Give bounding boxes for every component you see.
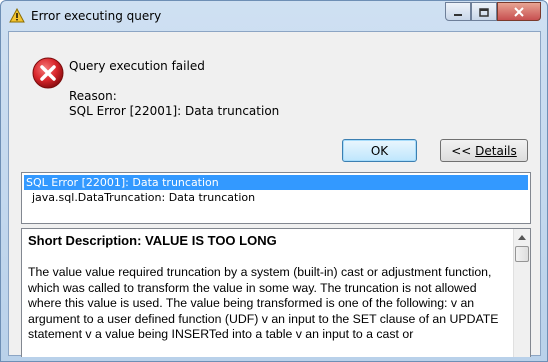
dialog-body: Query execution failed Reason: SQL Error… (8, 31, 541, 357)
reason-text: SQL Error [22001]: Data truncation (69, 104, 280, 118)
error-headline: Query execution failed (69, 59, 205, 73)
minimize-icon (453, 2, 463, 21)
description-title: Short Description: VALUE IS TOO LONG (28, 233, 277, 248)
details-button[interactable]: << Details (440, 139, 528, 162)
scroll-up-button[interactable] (514, 229, 530, 246)
ok-button[interactable]: OK (342, 139, 417, 162)
list-item[interactable]: java.sql.DataTruncation: Data truncation (24, 190, 528, 205)
close-button[interactable] (497, 2, 541, 21)
list-item[interactable]: SQL Error [22001]: Data truncation (24, 175, 528, 190)
maximize-icon (479, 2, 489, 21)
details-button-prefix: << (451, 143, 476, 158)
arrow-up-icon (518, 233, 526, 242)
description-body: The value value required truncation by a… (28, 265, 499, 341)
close-icon (513, 2, 525, 21)
details-button-label: Details (475, 143, 517, 158)
window-controls (445, 2, 541, 22)
vertical-scrollbar[interactable] (513, 229, 530, 357)
title-bar[interactable]: Error executing query (1, 1, 547, 31)
error-dialog: Error executing query Query execution fa… (0, 0, 548, 362)
error-icon (31, 56, 65, 90)
reason-label: Reason: (69, 89, 117, 103)
maximize-button[interactable] (471, 2, 497, 21)
scroll-thumb[interactable] (515, 246, 529, 262)
ok-button-label: OK (370, 143, 389, 158)
error-list[interactable]: SQL Error [22001]: Data truncation java.… (21, 172, 531, 224)
database-warning-icon (9, 7, 25, 24)
minimize-button[interactable] (445, 2, 471, 21)
description-panel[interactable]: Short Description: VALUE IS TOO LONG The… (21, 228, 531, 357)
window-title: Error executing query (31, 9, 162, 23)
